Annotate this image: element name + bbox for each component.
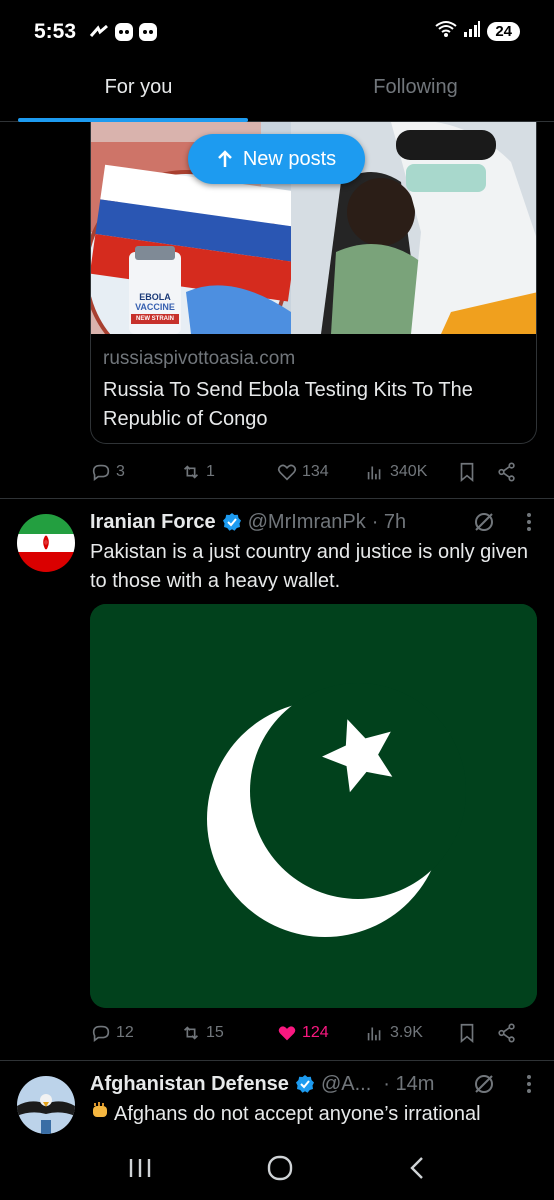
author-handle[interactable]: @MrImranPk — [248, 511, 366, 534]
notification-icons — [88, 22, 158, 42]
reply-icon — [92, 1025, 110, 1042]
status-right: 24 — [435, 20, 520, 43]
post-header: Iranian Force @MrImranPk · 7h — [90, 508, 406, 536]
timeline-tabs: For you Following — [0, 60, 554, 122]
post-time: · 14m — [383, 1072, 435, 1095]
app-notification-icon — [138, 22, 158, 42]
arrow-up-icon — [217, 150, 232, 167]
link-domain: russiaspivottoasia.com — [103, 348, 296, 369]
views-count: 340K — [390, 463, 428, 480]
reply-count: 3 — [116, 463, 125, 480]
tab-following[interactable]: Following — [277, 60, 554, 121]
status-time: 5:53 — [34, 20, 77, 43]
bookmark-button[interactable] — [456, 461, 496, 483]
bookmark-icon — [460, 1023, 474, 1044]
post-text: Pakistan is a just country and justice i… — [90, 541, 528, 592]
views-icon — [367, 1027, 381, 1041]
like-count: 134 — [302, 463, 329, 480]
signal-icon — [463, 21, 481, 42]
grok-icon[interactable] — [472, 1072, 496, 1096]
post-actions: 3 1 134 340K — [90, 457, 530, 487]
post-header-actions — [472, 1072, 532, 1096]
post-header-actions — [472, 510, 532, 534]
views-button[interactable]: 3.9K — [364, 1022, 456, 1044]
more-options-icon[interactable] — [526, 511, 532, 533]
reply-button[interactable]: 3 — [90, 461, 180, 483]
author-name[interactable]: Iranian Force — [90, 511, 216, 534]
post-image-pakistan-flag[interactable] — [90, 604, 537, 1008]
back-icon[interactable] — [407, 1155, 427, 1186]
post-actions: 12 15 124 3.9K — [90, 1018, 530, 1048]
like-button-liked[interactable]: 124 — [276, 1022, 364, 1044]
post-header: Afghanistan Defense @A... · 14m — [90, 1070, 434, 1098]
reply-button[interactable]: 12 — [90, 1022, 180, 1044]
timeline[interactable]: EBOLA VACCINE NEW STRAIN russiaspivottoa… — [0, 122, 554, 1140]
share-icon — [498, 462, 515, 482]
share-button[interactable] — [496, 1022, 518, 1044]
home-icon[interactable] — [266, 1154, 294, 1187]
app-notification-icon — [114, 22, 134, 42]
avatar[interactable] — [17, 1076, 75, 1134]
tab-label: Following — [373, 76, 458, 98]
reply-count: 12 — [116, 1024, 134, 1041]
repost-count: 15 — [206, 1024, 224, 1041]
vaccine-label-line: VACCINE — [135, 302, 175, 312]
post-text-row: Afghans do not accept anyone’s irrationa… — [90, 1100, 535, 1129]
like-count: 124 — [302, 1024, 329, 1041]
grok-icon[interactable] — [472, 510, 496, 534]
battery-indicator: 24 — [487, 22, 520, 41]
new-posts-label: New posts — [242, 147, 337, 170]
bookmark-button[interactable] — [456, 1022, 496, 1044]
link-card-meta: russiaspivottoasia.com Russia To Send Eb… — [91, 334, 536, 443]
repost-icon — [183, 465, 199, 479]
verified-badge-icon — [222, 512, 242, 532]
author-name[interactable]: Afghanistan Defense — [90, 1073, 289, 1096]
system-nav-bar — [0, 1140, 554, 1200]
bookmark-icon — [460, 462, 474, 483]
messenger-icon — [88, 22, 110, 42]
new-posts-button[interactable]: New posts — [188, 134, 365, 184]
status-bar: 5:53 24 — [0, 0, 554, 60]
post-divider — [0, 498, 554, 499]
wifi-icon — [435, 20, 457, 43]
views-count: 3.9K — [390, 1024, 423, 1041]
verified-badge-icon — [295, 1074, 315, 1094]
more-options-icon[interactable] — [526, 1073, 532, 1095]
heart-icon — [277, 464, 297, 481]
post-divider — [0, 1060, 554, 1061]
repost-button[interactable]: 1 — [180, 461, 276, 483]
vaccine-label: EBOLA VACCINE NEW STRAIN — [131, 292, 179, 324]
author-handle[interactable]: @A... — [321, 1073, 371, 1096]
share-button[interactable] — [496, 461, 518, 483]
views-button[interactable]: 340K — [364, 461, 456, 483]
repost-count: 1 — [206, 463, 215, 480]
repost-button[interactable]: 15 — [180, 1022, 276, 1044]
views-icon — [367, 466, 381, 480]
reply-icon — [92, 464, 110, 481]
link-title: Russia To Send Ebola Testing Kits To The… — [103, 379, 473, 430]
vaccine-label-line: EBOLA — [139, 292, 171, 302]
raised-fist-icon — [90, 1100, 110, 1129]
vaccine-label-line: NEW STRAIN — [131, 314, 179, 324]
repost-icon — [183, 1026, 199, 1040]
heart-filled-icon — [278, 1026, 296, 1041]
recent-apps-icon[interactable] — [127, 1156, 153, 1185]
like-button[interactable]: 134 — [276, 461, 364, 483]
tab-label: For you — [104, 76, 173, 98]
post-text: Afghans do not accept anyone’s irrationa… — [114, 1103, 481, 1125]
avatar[interactable] — [17, 514, 75, 572]
post-time: · 7h — [371, 510, 407, 533]
share-icon — [498, 1023, 515, 1043]
tab-for-you[interactable]: For you — [0, 60, 277, 121]
